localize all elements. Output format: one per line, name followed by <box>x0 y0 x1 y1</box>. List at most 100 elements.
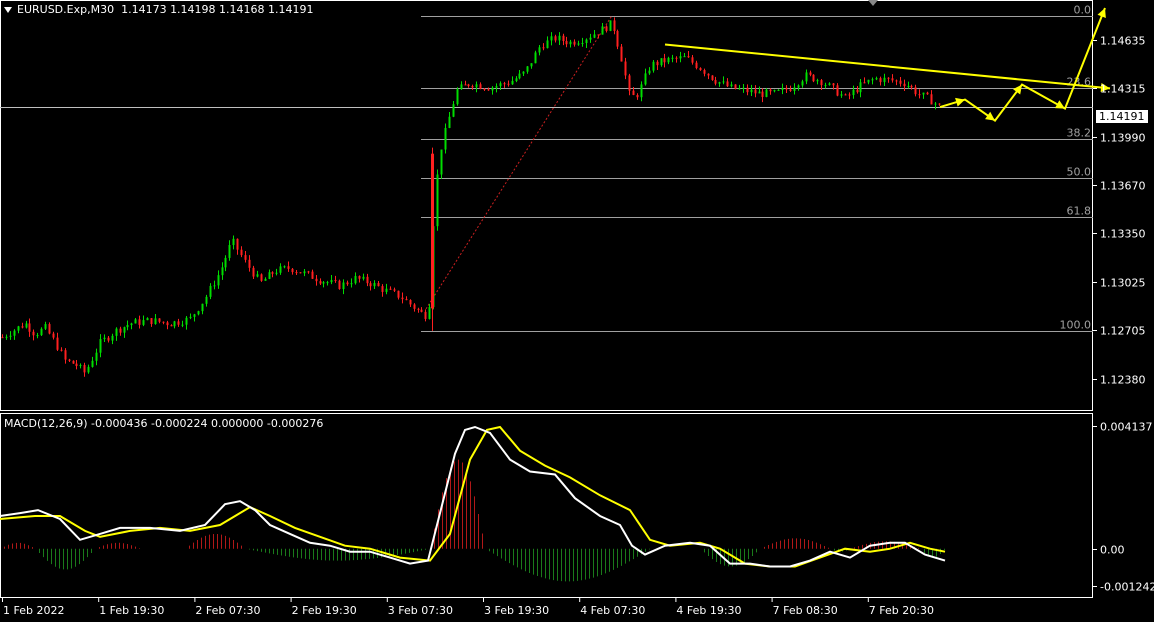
bull-candle <box>440 149 443 175</box>
bull-candle <box>460 84 463 90</box>
bull-candle <box>13 330 16 336</box>
bear-candle <box>914 87 917 95</box>
bear-candle <box>573 41 576 45</box>
bull-candle <box>217 275 220 286</box>
bear-candle <box>565 41 568 45</box>
bull-candle <box>44 324 47 329</box>
bear-candle <box>836 85 839 96</box>
bear-candle <box>636 94 639 98</box>
bear-candle <box>28 323 31 332</box>
bull-candle <box>558 35 561 41</box>
bull-candle <box>648 70 651 74</box>
bull-candle <box>589 37 592 40</box>
chart-canvas[interactable]: 0.023.638.250.061.8100.0 0.0041370.00-0.… <box>0 0 1154 619</box>
bear-candle <box>879 78 882 83</box>
bear-candle <box>703 70 706 74</box>
bear-candle <box>503 83 506 85</box>
bull-candle <box>354 276 357 284</box>
bear-candle <box>863 82 866 84</box>
bull-candle <box>275 272 278 274</box>
bull-candle <box>742 87 745 89</box>
bear-candle <box>32 331 35 336</box>
macd-tick-label: 0.004137 <box>1100 421 1153 434</box>
bull-candle <box>538 47 541 53</box>
bull-candle <box>907 85 910 87</box>
bull-candle <box>871 79 874 81</box>
bear-candle <box>397 290 400 298</box>
bear-candle <box>542 47 545 49</box>
fibonacci-retracement[interactable]: 0.023.638.250.061.8100.0 <box>0 4 1093 332</box>
bull-candle <box>867 79 870 83</box>
bear-candle <box>338 280 341 290</box>
bull-candle <box>185 317 188 325</box>
bull-candle <box>840 94 843 96</box>
bear-candle <box>769 89 772 92</box>
bear-candle <box>75 363 78 367</box>
bull-candle <box>95 352 98 361</box>
bear-candle <box>271 272 274 274</box>
bear-candle <box>479 84 482 89</box>
bear-candle <box>809 72 812 75</box>
bull-candle <box>87 366 90 373</box>
bull-candle <box>146 318 149 321</box>
bull-candle <box>816 80 819 82</box>
fib-level-label: 50.0 <box>1067 166 1092 179</box>
time-tick-label: 1 Feb 19:30 <box>99 604 164 617</box>
bull-candle <box>499 83 502 87</box>
bear-candle <box>369 283 372 287</box>
bear-candle <box>158 318 161 322</box>
scroll-marker-icon <box>868 0 878 6</box>
bull-candle <box>883 77 886 83</box>
bear-candle <box>726 81 729 87</box>
bear-candle <box>832 83 835 86</box>
bear-candle <box>714 79 717 84</box>
bear-candle <box>507 83 510 85</box>
bull-candle <box>36 335 39 337</box>
bull-candle <box>362 276 365 279</box>
bear-candle <box>605 26 608 31</box>
bear-candle <box>663 58 666 63</box>
bull-candle <box>593 34 596 38</box>
bear-candle <box>707 73 710 76</box>
bear-candle <box>628 75 631 91</box>
bear-candle <box>856 89 859 93</box>
bull-candle <box>209 285 212 297</box>
bull-candle <box>679 56 682 59</box>
current-price-tag: 1.14191 <box>1096 110 1148 123</box>
bull-candle <box>934 103 937 105</box>
time-tick-label: 4 Feb 19:30 <box>676 604 741 617</box>
bull-candle <box>221 267 224 276</box>
bull-candle <box>99 339 102 353</box>
bear-candle <box>107 337 110 341</box>
bull-candle <box>126 325 129 328</box>
bear-candle <box>417 308 420 310</box>
chart-menu-icon[interactable] <box>4 7 12 13</box>
bull-candle <box>609 20 612 31</box>
bull-candle <box>201 303 204 312</box>
bear-candle <box>260 274 263 281</box>
bear-candle <box>471 86 474 88</box>
trend-annotations[interactable] <box>664 7 1111 122</box>
bull-candle <box>738 88 741 90</box>
bull-candle <box>801 81 804 86</box>
bear-candle <box>405 299 408 301</box>
fib-anchor-line <box>425 15 613 310</box>
bull-candle <box>750 89 753 93</box>
bull-candle <box>330 280 333 283</box>
bull-candle <box>154 318 157 324</box>
bear-candle <box>21 326 24 328</box>
bull-candle <box>773 90 776 92</box>
bear-candle <box>820 80 823 86</box>
bull-candle <box>495 86 498 88</box>
price-tick-label: 1.14635 <box>1100 35 1146 48</box>
bull-candle <box>660 58 663 66</box>
time-tick-label: 2 Feb 07:30 <box>195 604 260 617</box>
bear-candle <box>56 337 59 350</box>
bear-candle <box>299 272 302 274</box>
bear-candle <box>616 30 619 47</box>
bull-candle <box>193 314 196 317</box>
bear-candle <box>150 318 153 324</box>
chart-frame <box>0 0 1093 598</box>
bear-candle <box>675 57 678 59</box>
bear-candle <box>687 56 690 58</box>
